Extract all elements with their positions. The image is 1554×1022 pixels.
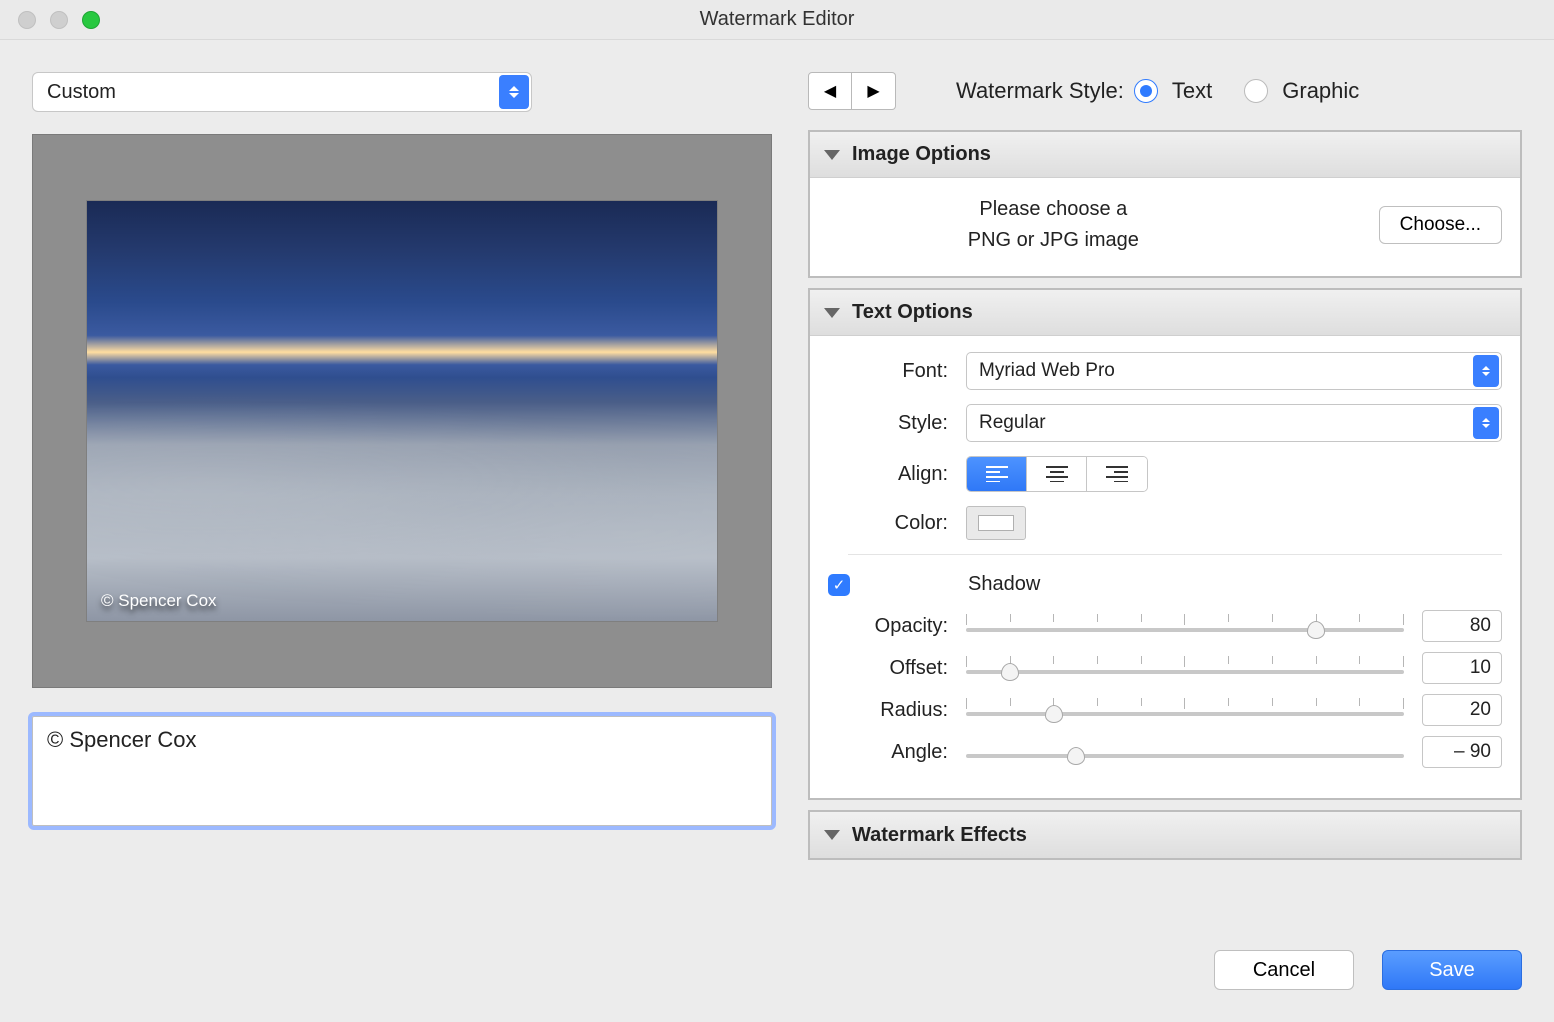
titlebar: Watermark Editor [0, 0, 1554, 40]
save-button[interactable]: Save [1382, 950, 1522, 990]
offset-label: Offset: [828, 657, 948, 680]
align-center-button[interactable] [1027, 457, 1087, 491]
font-select-value: Myriad Web Pro [979, 360, 1115, 382]
preset-select[interactable]: Custom [32, 72, 532, 112]
angle-slider[interactable] [966, 736, 1404, 768]
window-zoom-button[interactable] [82, 11, 100, 29]
style-radio-graphic[interactable] [1244, 79, 1268, 103]
opacity-slider[interactable] [966, 610, 1404, 642]
angle-value-field[interactable]: – 90 [1422, 736, 1502, 768]
window-close-button[interactable] [18, 11, 36, 29]
watermark-text-input-value: © Spencer Cox [47, 727, 197, 752]
style-radio-graphic-label: Graphic [1282, 78, 1359, 104]
watermark-effects-title: Watermark Effects [852, 824, 1027, 847]
font-style-select[interactable]: Regular [966, 404, 1502, 442]
text-options-header[interactable]: Text Options [810, 290, 1520, 336]
preview-image: © Spencer Cox [87, 201, 717, 621]
watermark-style-label: Watermark Style: [956, 78, 1124, 104]
font-style-label: Style: [828, 412, 948, 435]
offset-value-field[interactable]: 10 [1422, 652, 1502, 684]
watermark-text-input[interactable]: © Spencer Cox [32, 716, 772, 826]
chevron-up-down-icon [1473, 407, 1499, 439]
disclosure-icon [824, 308, 840, 318]
font-select[interactable]: Myriad Web Pro [966, 352, 1502, 390]
watermark-effects-panel: Watermark Effects [808, 810, 1522, 860]
preview-pager: ◀ ▶ [808, 72, 896, 110]
style-radio-text-label: Text [1172, 78, 1212, 104]
align-right-icon [1106, 466, 1128, 482]
next-image-button[interactable]: ▶ [852, 72, 896, 110]
font-label: Font: [828, 360, 948, 383]
angle-label: Angle: [828, 741, 948, 764]
disclosure-icon [824, 830, 840, 840]
align-center-icon [1046, 466, 1068, 482]
watermark-text-preview: © Spencer Cox [101, 591, 217, 611]
align-left-button[interactable] [967, 457, 1027, 491]
align-right-button[interactable] [1087, 457, 1147, 491]
color-label: Color: [828, 512, 948, 535]
opacity-label: Opacity: [828, 615, 948, 638]
chevron-up-down-icon [1473, 355, 1499, 387]
align-left-icon [986, 466, 1008, 482]
prev-image-button[interactable]: ◀ [808, 72, 852, 110]
align-segmented [966, 456, 1148, 492]
radius-label: Radius: [828, 699, 948, 722]
text-options-panel: Text Options Font: Myriad Web Pro Style:… [808, 288, 1522, 800]
font-style-select-value: Regular [979, 412, 1046, 434]
disclosure-icon [824, 150, 840, 160]
opacity-value-field[interactable]: 80 [1422, 610, 1502, 642]
shadow-checkbox[interactable]: ✓ [828, 574, 850, 596]
color-swatch [978, 515, 1014, 531]
color-well[interactable] [966, 506, 1026, 540]
choose-image-button[interactable]: Choose... [1379, 206, 1502, 244]
preset-select-value: Custom [47, 81, 116, 104]
cancel-button[interactable]: Cancel [1214, 950, 1354, 990]
watermark-effects-header[interactable]: Watermark Effects [810, 812, 1520, 858]
radius-value-field[interactable]: 20 [1422, 694, 1502, 726]
shadow-label: Shadow [968, 573, 1040, 596]
chevron-up-down-icon [499, 75, 529, 109]
style-radio-text[interactable] [1134, 79, 1158, 103]
offset-slider[interactable] [966, 652, 1404, 684]
image-options-title: Image Options [852, 143, 991, 166]
image-options-panel: Image Options Please choose a PNG or JPG… [808, 130, 1522, 278]
image-options-header[interactable]: Image Options [810, 132, 1520, 178]
window-title: Watermark Editor [700, 8, 855, 31]
image-options-message: Please choose a PNG or JPG image [828, 194, 1279, 256]
window-minimize-button[interactable] [50, 11, 68, 29]
text-options-title: Text Options [852, 301, 973, 324]
preview-pane: © Spencer Cox [32, 134, 772, 688]
radius-slider[interactable] [966, 694, 1404, 726]
align-label: Align: [828, 463, 948, 486]
